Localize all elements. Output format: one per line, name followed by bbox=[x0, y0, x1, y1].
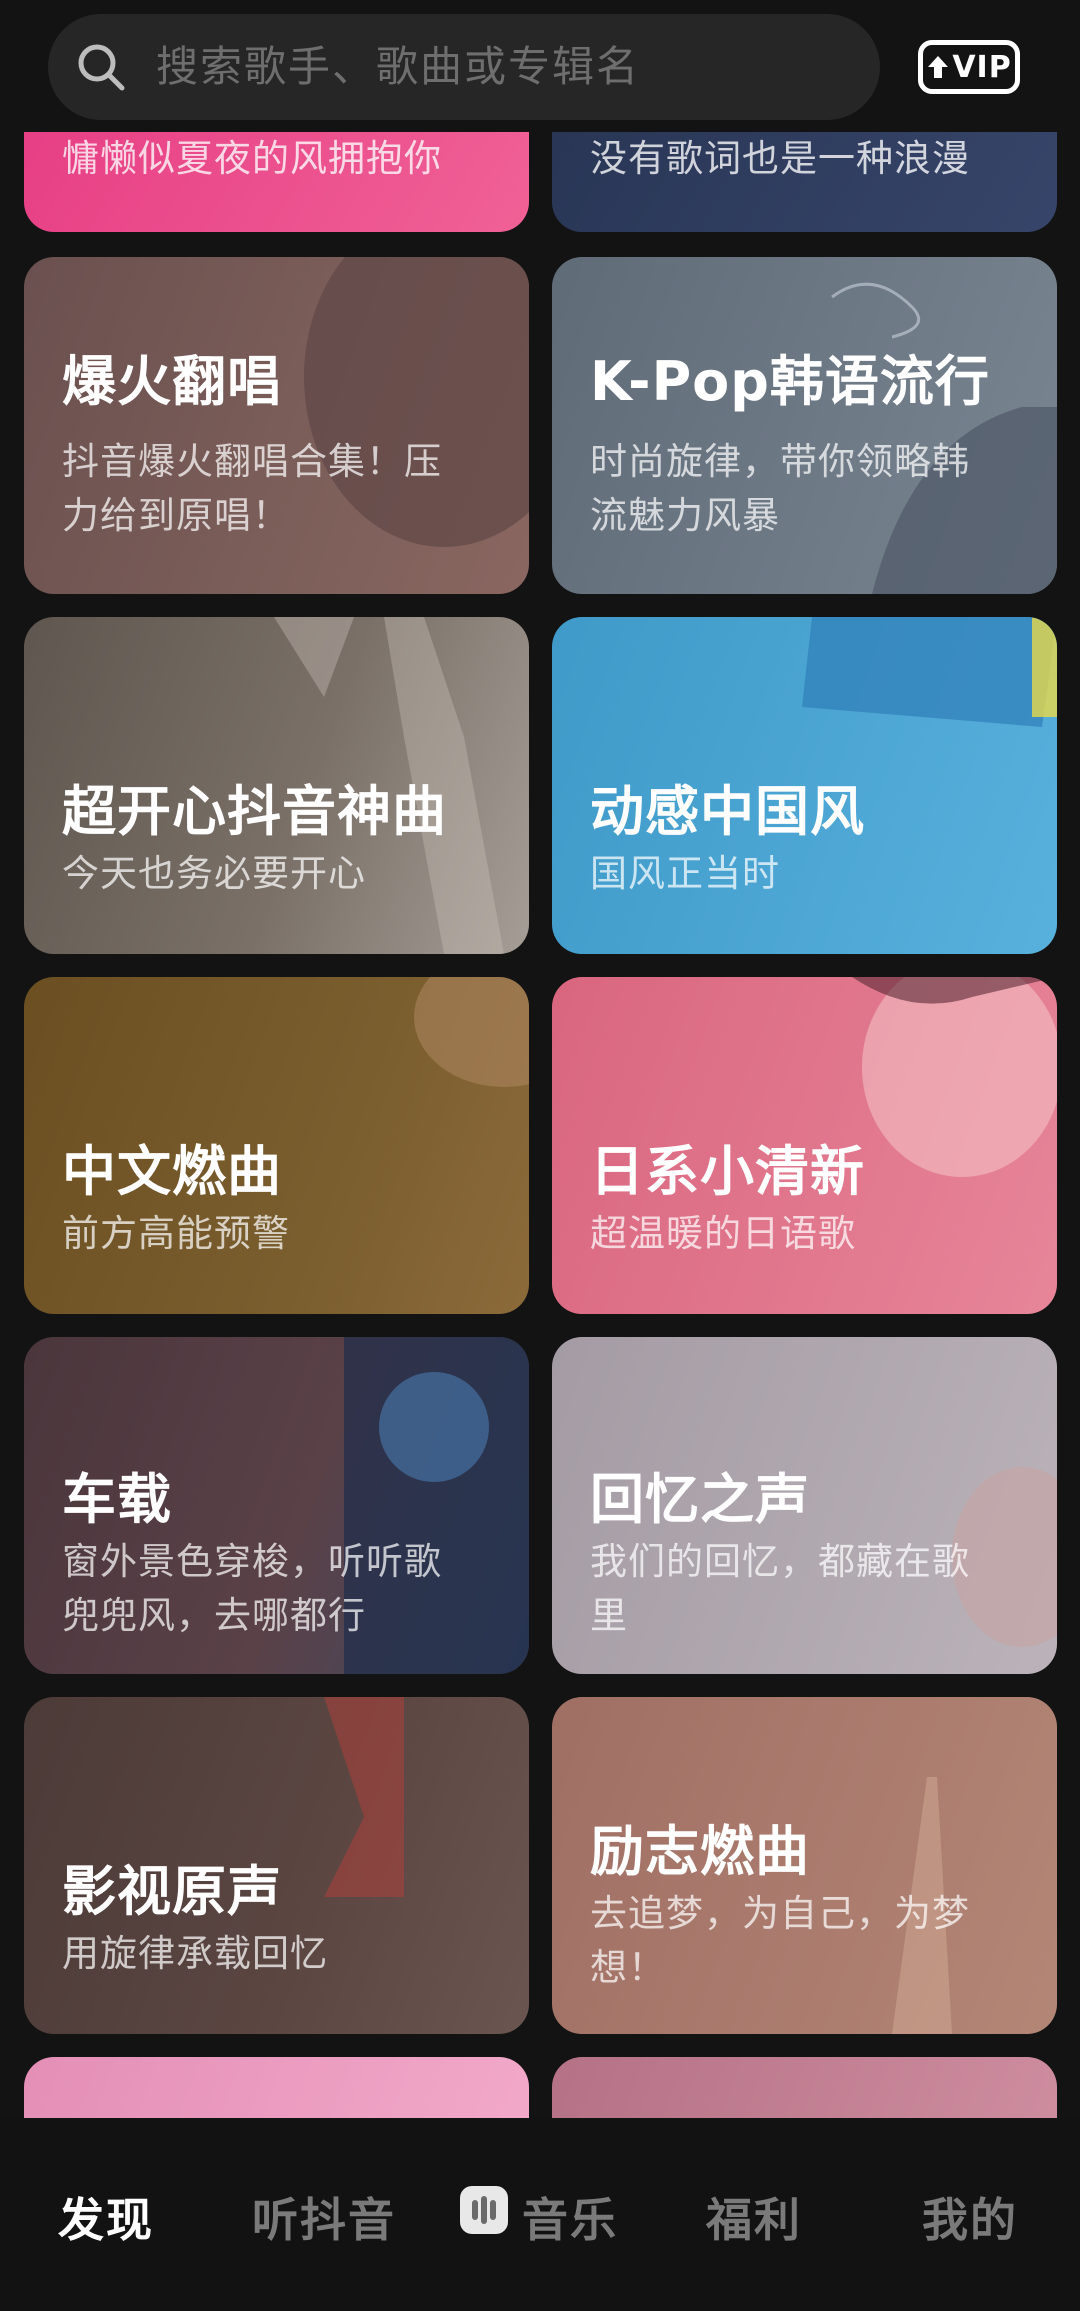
card-subtitle: 去追梦，为自己，为梦想！ bbox=[590, 1892, 970, 1989]
card-subtitle: 抖音爆火翻唱合集！压力给到原唱！ bbox=[62, 440, 442, 537]
search-placeholder: 搜索歌手、歌曲或专辑名 bbox=[156, 42, 641, 91]
playlist-card[interactable]: 超开心抖音神曲 今天也务必要开心 bbox=[24, 617, 529, 954]
card-subtitle: 没有歌词也是一种浪漫 bbox=[590, 137, 970, 180]
card-subtitle: 前方高能预警 bbox=[62, 1212, 290, 1255]
nav-welfare[interactable]: 福利 bbox=[706, 2184, 802, 2250]
card-title: 日系小清新 bbox=[590, 1140, 865, 1203]
search-input[interactable]: 搜索歌手、歌曲或专辑名 bbox=[48, 14, 880, 120]
card-title: 车载 bbox=[62, 1468, 172, 1531]
playlist-card[interactable]: 爆火翻唱 抖音爆火翻唱合集！压力给到原唱！ bbox=[24, 257, 529, 594]
arrow-up-icon bbox=[928, 56, 949, 78]
nav-discover[interactable]: 发现 bbox=[58, 2184, 154, 2250]
card-title: K-Pop韩语流行 bbox=[590, 350, 990, 413]
card-title: 影视原声 bbox=[62, 1860, 282, 1923]
playlist-card[interactable]: K-Pop韩语流行 时尚旋律，带你领略韩流魅力风暴 bbox=[552, 257, 1057, 594]
nav-mine[interactable]: 我的 bbox=[922, 2184, 1018, 2250]
bottom-navigation: 发现 听抖音 音乐 福利 我的 bbox=[0, 2118, 1080, 2311]
card-subtitle: 慵懒似夏夜的风拥抱你 bbox=[62, 137, 442, 180]
card-subtitle: 用旋律承载回忆 bbox=[62, 1932, 328, 1975]
card-subtitle: 超温暖的日语歌 bbox=[590, 1212, 856, 1255]
card-title: 励志燃曲 bbox=[590, 1820, 810, 1883]
playlist-card[interactable]: 动感中国风 国风正当时 bbox=[552, 617, 1057, 954]
playlist-card[interactable]: 回忆之声 我们的回忆，都藏在歌里 bbox=[552, 1337, 1057, 1674]
nav-music[interactable]: 音乐 bbox=[522, 2184, 618, 2250]
nav-listen-douyin[interactable]: 听抖音 bbox=[252, 2184, 396, 2250]
playlist-card[interactable]: 日系小清新 超温暖的日语歌 bbox=[552, 977, 1057, 1314]
card-title: 回忆之声 bbox=[590, 1468, 810, 1531]
search-icon bbox=[78, 44, 125, 91]
vip-label: VIP bbox=[952, 49, 1012, 85]
card-title: 超开心抖音神曲 bbox=[62, 780, 447, 843]
card-title: 爆火翻唱 bbox=[62, 350, 282, 413]
card-subtitle: 时尚旋律，带你领略韩流魅力风暴 bbox=[590, 440, 970, 537]
vip-button[interactable]: VIP bbox=[918, 40, 1020, 94]
card-artwork bbox=[304, 257, 529, 547]
card-subtitle: 国风正当时 bbox=[590, 852, 780, 895]
playlist-card[interactable]: 中文燃曲 前方高能预警 bbox=[24, 977, 529, 1314]
playlist-card[interactable]: 影视原声 用旋律承载回忆 bbox=[24, 1697, 529, 2034]
card-subtitle: 窗外景色穿梭，听听歌兜兜风，去哪都行 bbox=[62, 1540, 442, 1637]
card-artwork bbox=[831, 282, 1057, 594]
playlist-card[interactable]: 车载 窗外景色穿梭，听听歌兜兜风，去哪都行 bbox=[24, 1337, 529, 1674]
card-subtitle: 我们的回忆，都藏在歌里 bbox=[590, 1540, 970, 1637]
card-subtitle: 今天也务必要开心 bbox=[62, 852, 366, 895]
top-bar: 搜索歌手、歌曲或专辑名 VIP bbox=[0, 0, 1080, 132]
music-icon bbox=[460, 2186, 508, 2234]
music-discover-page: 搜索歌手、歌曲或专辑名 VIP 慵懒似夏夜的风拥抱你 没有歌词也是一种浪漫 爆火… bbox=[0, 0, 1080, 2311]
card-title: 中文燃曲 bbox=[62, 1140, 282, 1203]
card-title: 动感中国风 bbox=[590, 780, 865, 843]
playlist-card[interactable]: 励志燃曲 去追梦，为自己，为梦想！ bbox=[552, 1697, 1057, 2034]
